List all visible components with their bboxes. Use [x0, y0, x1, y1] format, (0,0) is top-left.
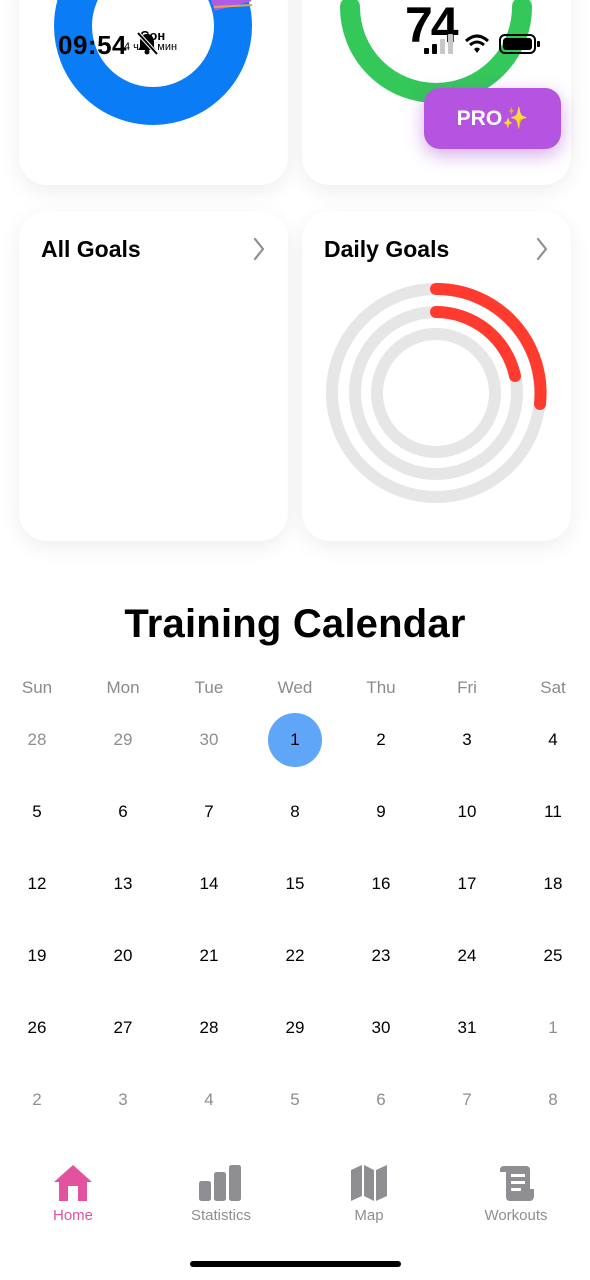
calendar-day[interactable]: 6 [96, 785, 150, 839]
tab-workouts-label: Workouts [484, 1207, 548, 1224]
calendar-day[interactable]: 15 [268, 857, 322, 911]
bar-chart-icon [199, 1165, 241, 1201]
calendar-day[interactable]: 13 [96, 857, 150, 911]
calendar-day[interactable]: 20 [96, 929, 150, 983]
calendar-day[interactable]: 2 [10, 1073, 64, 1127]
calendar-day[interactable]: 24 [440, 929, 494, 983]
calendar-day[interactable]: 7 [440, 1073, 494, 1127]
calendar-day[interactable]: 10 [440, 785, 494, 839]
calendar-day[interactable]: 9 [354, 785, 408, 839]
bell-off-icon [136, 31, 158, 55]
tab-bar: Home Statistics Map Workouts [0, 1155, 590, 1235]
all-goals-card[interactable]: All Goals [19, 211, 288, 541]
tab-workouts[interactable]: Workouts [461, 1163, 571, 1224]
calendar-day[interactable]: 8 [268, 785, 322, 839]
battery-icon [499, 34, 540, 54]
weekday-label: Mon [106, 678, 140, 697]
calendar-day[interactable]: 28 [182, 1001, 236, 1055]
calendar-day[interactable]: 29 [268, 1001, 322, 1055]
calendar-weekday-header: Sun Mon Tue Wed Thu Fri Sat [0, 678, 590, 700]
calendar-grid: 28 29 30 1 2 3 4 5 6 7 8 9 10 11 12 13 14 15 16 17 18 19 20 21 2… [0, 704, 590, 1136]
all-goals-title: All Goals [41, 236, 141, 262]
wifi-icon [465, 34, 489, 53]
calendar-day[interactable]: 12 [10, 857, 64, 911]
calendar-day[interactable]: 31 [440, 1001, 494, 1055]
calendar-day[interactable]: 3 [440, 713, 494, 767]
daily-goals-card[interactable]: Daily Goals [302, 211, 571, 541]
calendar-day[interactable]: 18 [526, 857, 580, 911]
calendar-day[interactable]: 22 [268, 929, 322, 983]
cellular-signal-icon [424, 34, 453, 54]
home-icon [54, 1165, 92, 1201]
calendar-day[interactable]: 14 [182, 857, 236, 911]
home-indicator [190, 1261, 401, 1267]
tab-home-label: Home [52, 1207, 93, 1224]
calendar-day[interactable]: 3 [96, 1073, 150, 1127]
daily-goals-rings [326, 282, 547, 503]
weekday-label: Wed [277, 678, 313, 697]
calendar-day-selected[interactable]: 1 [268, 713, 322, 767]
calendar-day[interactable]: 11 [526, 785, 580, 839]
calendar-day[interactable]: 5 [10, 785, 64, 839]
tab-map[interactable]: Map [314, 1163, 424, 1224]
calendar-day[interactable]: 26 [10, 1001, 64, 1055]
calendar-day[interactable]: 30 [182, 713, 236, 767]
calendar-day[interactable]: 2 [354, 713, 408, 767]
calendar-day[interactable]: 1 [526, 1001, 580, 1055]
calendar-day[interactable]: 25 [526, 929, 580, 983]
calendar-day[interactable]: 30 [354, 1001, 408, 1055]
tab-statistics[interactable]: Statistics [166, 1163, 276, 1224]
pro-upgrade-button[interactable]: PRO✨ [424, 88, 561, 149]
calendar-day[interactable]: 7 [182, 785, 236, 839]
calendar-day[interactable]: 28 [10, 713, 64, 767]
calendar-day[interactable]: 16 [354, 857, 408, 911]
calendar-title: Training Calendar [124, 602, 466, 646]
calendar-day[interactable]: 21 [182, 929, 236, 983]
weekday-label: Thu [366, 678, 396, 697]
calendar-day[interactable]: 19 [10, 929, 64, 983]
chevron-right-icon[interactable] [252, 237, 266, 261]
weekday-label: Fri [457, 678, 477, 697]
tab-home[interactable]: Home [18, 1163, 128, 1224]
map-icon [351, 1165, 387, 1201]
calendar-day[interactable]: 8 [526, 1073, 580, 1127]
calendar-day[interactable]: 5 [268, 1073, 322, 1127]
status-time: 09:54 [58, 30, 127, 60]
calendar-day[interactable]: 29 [96, 713, 150, 767]
calendar-day[interactable]: 23 [354, 929, 408, 983]
goal-ring-progress-outer [430, 282, 547, 410]
goal-ring-track-inner [371, 328, 501, 458]
calendar-day[interactable]: 4 [526, 713, 580, 767]
calendar-day[interactable]: 4 [182, 1073, 236, 1127]
weekday-label: Sun [21, 678, 53, 697]
calendar-day[interactable]: 17 [440, 857, 494, 911]
calendar-day[interactable]: 6 [354, 1073, 408, 1127]
tab-map-label: Map [354, 1207, 384, 1224]
weekday-label: Sat [540, 678, 566, 697]
scroll-icon [500, 1166, 534, 1201]
tab-statistics-label: Statistics [190, 1207, 251, 1224]
calendar-day[interactable]: 27 [96, 1001, 150, 1055]
donut-segment-purple [210, 0, 252, 12]
weekday-label: Tue [194, 678, 224, 697]
